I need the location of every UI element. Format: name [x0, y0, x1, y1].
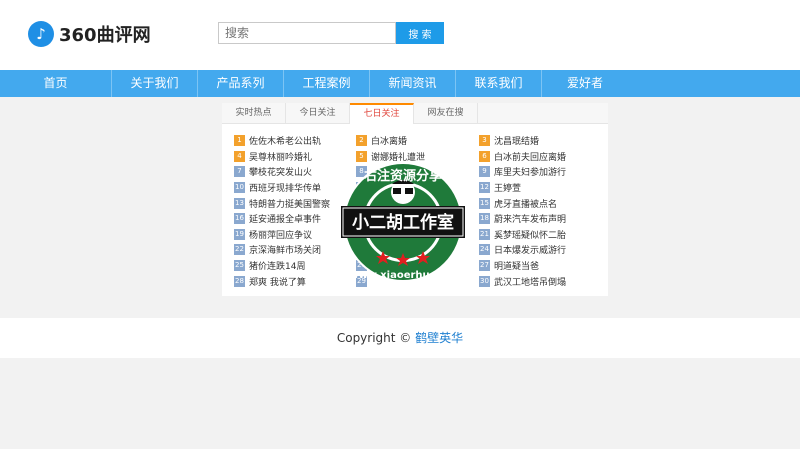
hot-list-item[interactable]: 24 日本爆发示威游行: [479, 242, 609, 258]
hot-list-item-title: 库里夫妇参加游行: [494, 168, 567, 179]
rank-badge: 28: [234, 275, 245, 287]
site-name: 360曲评网: [59, 25, 151, 46]
hot-list-item[interactable]: 9 库里夫妇参加游行: [479, 164, 609, 180]
hot-list-item[interactable]: 12 王婷萱: [479, 180, 609, 196]
hot-list-item-title: 白冰前夫回应离婚: [494, 152, 567, 163]
hot-list-item-title: 白冰离婚: [371, 137, 408, 148]
search-button[interactable]: 搜 索: [396, 22, 444, 44]
hot-list-item[interactable]: 30 武汉工地塔吊倒塌: [479, 273, 609, 289]
hot-list-item[interactable]: 1 佐佐木希老公出轨: [234, 133, 364, 149]
nav-item-cases[interactable]: 工程案例: [284, 70, 370, 97]
nav-item-contact[interactable]: 联系我们: [456, 70, 542, 97]
hot-list-column-3: 3 沈昌珉结婚 6 白冰前夫回应离婚 9 库里夫妇参加游行 12 王婷萱 15 虎牙直播被点名 18…: [479, 133, 609, 289]
rank-badge: 21: [479, 228, 490, 240]
hot-list-item-title: 虎牙直播被点名: [494, 199, 558, 210]
main-nav: 首页 关于我们 产品系列 工程案例 新闻资讯 联系我们 爱好者: [0, 70, 800, 97]
rank-badge: 16: [234, 213, 245, 225]
search-input[interactable]: [218, 22, 396, 44]
hot-list-item[interactable]: 2 白冰离婚: [356, 133, 486, 149]
rank-badge: 12: [479, 182, 490, 194]
hot-list-item-title: 西班牙现排华传单: [249, 184, 322, 195]
hot-list-item-title: 蔚来汽车发布声明: [494, 215, 567, 226]
hot-list-item[interactable]: 27 明道疑当爸: [479, 258, 609, 274]
nav-item-fans[interactable]: 爱好者: [542, 70, 628, 97]
studio-watermark-seal: 右注资源分享 小二胡工作室 www.xiaoerhu.com: [341, 162, 465, 282]
hot-list-item-title: 沈昌珉结婚: [494, 137, 540, 148]
music-note-icon: ♪: [28, 21, 54, 47]
rank-badge: 2: [356, 135, 367, 147]
rank-badge: 1: [234, 135, 245, 147]
site-footer: Copyright © 鹤壁英华: [0, 318, 800, 358]
tab-realtime[interactable]: 实时热点: [222, 103, 286, 124]
watermark-bottom-text: www.xiaoerhu.com: [349, 270, 456, 281]
hot-list-item[interactable]: 3 沈昌珉结婚: [479, 133, 609, 149]
rank-badge: 19: [234, 228, 245, 240]
rank-badge: 3: [479, 135, 490, 147]
rank-badge: 9: [479, 166, 490, 178]
rank-badge: 30: [479, 275, 490, 287]
rank-badge: 4: [234, 150, 245, 162]
rank-badge: 15: [479, 197, 490, 209]
rank-badge: 27: [479, 260, 490, 272]
copyright-text: Copyright ©: [336, 331, 412, 345]
hot-list-item-title: 猪价连跌14周: [249, 262, 306, 273]
hot-list-item-title: 武汉工地塔吊倒塌: [494, 277, 567, 288]
nav-item-home[interactable]: 首页: [0, 70, 112, 97]
hot-list-item-title: 郑爽 我说了算: [249, 277, 306, 288]
watermark-top-text: 右注资源分享: [363, 168, 442, 184]
hot-list-item[interactable]: 15 虎牙直播被点名: [479, 195, 609, 211]
nav-item-about[interactable]: 关于我们: [112, 70, 198, 97]
rank-badge: 6: [479, 150, 490, 162]
hot-list-item-title: 攀枝花突发山火: [249, 168, 313, 179]
hot-list-item-title: 吴尊林丽吟婚礼: [249, 152, 313, 163]
hot-list-item-title: 特朗普力挺美国警察: [249, 199, 331, 210]
watermark-center-text: 小二胡工作室: [352, 212, 454, 233]
hot-list-tabs: 实时热点 今日关注 七日关注 网友在搜: [222, 103, 608, 124]
hot-list-item-title: 明道疑当爸: [494, 262, 540, 273]
rank-badge: 7: [234, 166, 245, 178]
hot-list-item-title: 奚梦瑶疑似怀二胎: [494, 230, 567, 241]
hot-list-item-title: 佐佐木希老公出轨: [249, 137, 322, 148]
hot-list-item-title: 杨丽萍回应争议: [249, 230, 313, 241]
tab-today[interactable]: 今日关注: [286, 103, 350, 124]
rank-badge: 13: [234, 197, 245, 209]
rank-badge: 24: [479, 244, 490, 256]
rank-badge: 25: [234, 260, 245, 272]
hot-list-item-title: 王婷萱: [494, 184, 522, 195]
rank-badge: 18: [479, 213, 490, 225]
tab-seven-days[interactable]: 七日关注: [350, 103, 414, 124]
nav-item-products[interactable]: 产品系列: [198, 70, 284, 97]
hot-list-item-title: 日本爆发示威游行: [494, 246, 567, 257]
hot-list-item[interactable]: 21 奚梦瑶疑似怀二胎: [479, 227, 609, 243]
hot-list-item[interactable]: 6 白冰前夫回应离婚: [479, 149, 609, 165]
owner-link[interactable]: 鹤壁英华: [415, 331, 463, 345]
hot-list-item-title: 京深海鲜市场关闭: [249, 246, 322, 257]
site-header: ♪ 360曲评网 搜 索: [0, 0, 800, 70]
rank-badge: 10: [234, 182, 245, 194]
hot-list-item-title: 延安通报全卓事件: [249, 215, 322, 226]
rank-badge: 22: [234, 244, 245, 256]
site-logo[interactable]: ♪ 360曲评网: [28, 18, 151, 50]
tab-searching[interactable]: 网友在搜: [414, 103, 478, 124]
hot-list-item[interactable]: 18 蔚来汽车发布声明: [479, 211, 609, 227]
nav-item-news[interactable]: 新闻资讯: [370, 70, 456, 97]
